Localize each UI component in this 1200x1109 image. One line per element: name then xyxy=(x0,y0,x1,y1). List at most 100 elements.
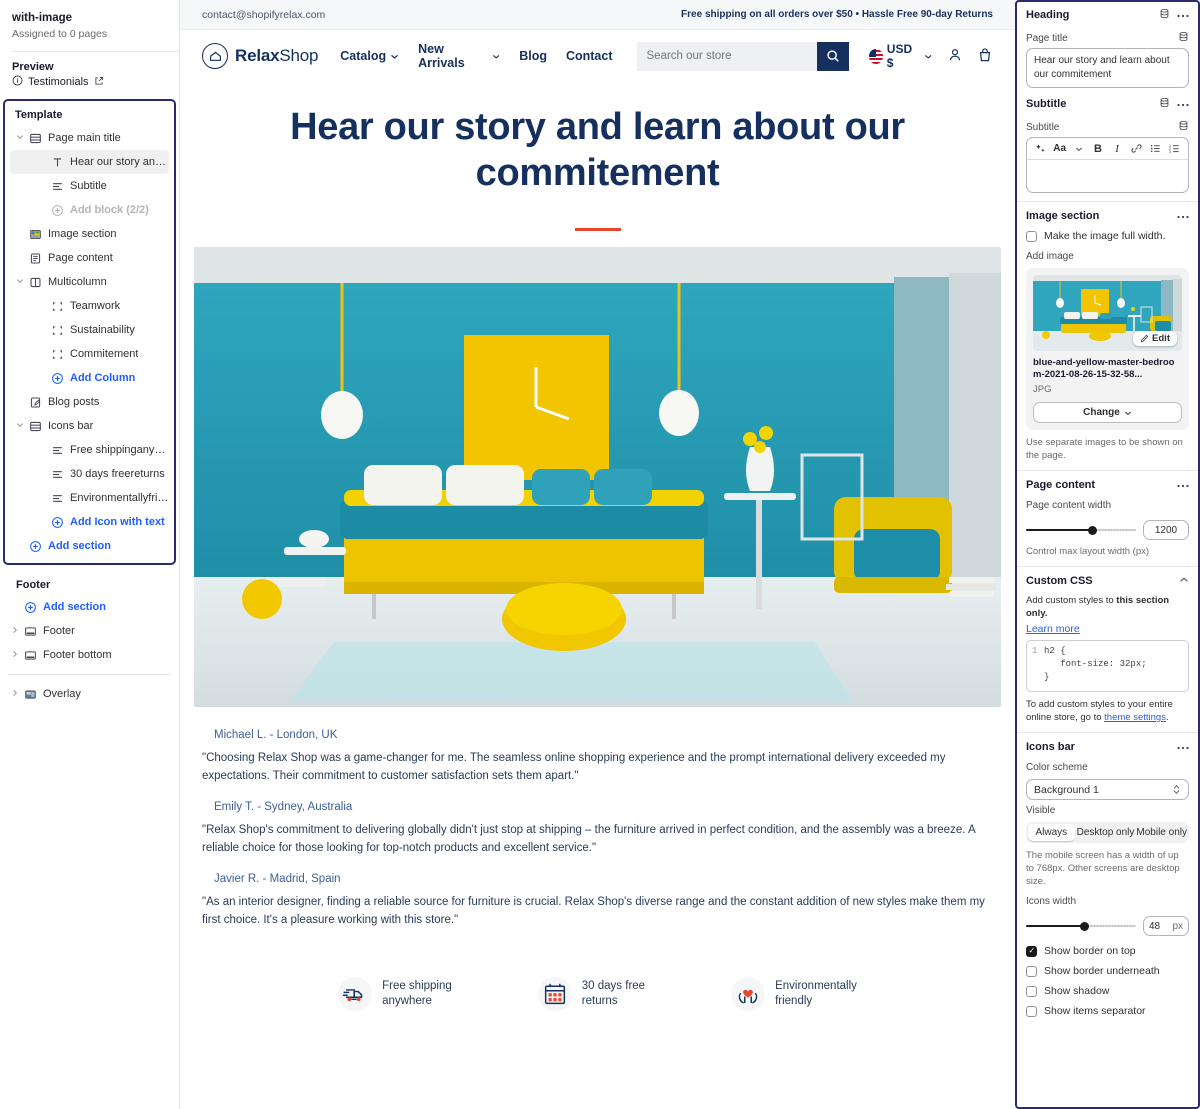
chevron-down-icon[interactable] xyxy=(1069,145,1088,153)
change-image-button[interactable]: Change xyxy=(1033,402,1182,423)
subtitle-rich-text-input[interactable] xyxy=(1026,159,1189,193)
icons-width-slider[interactable] xyxy=(1026,919,1136,933)
more-options-icon[interactable] xyxy=(1177,741,1189,753)
sidebar-item-blog-posts[interactable]: Blog posts xyxy=(10,390,169,414)
rich-text-toolbar: Aa B I 123 xyxy=(1026,137,1189,159)
visible-option-always[interactable]: Always xyxy=(1028,824,1075,841)
chevron-down-icon[interactable] xyxy=(14,421,25,431)
sidebar-item-footer[interactable]: Footer xyxy=(5,619,174,643)
preview-item-testimonials[interactable]: Testimonials xyxy=(0,75,179,99)
sidebar-item-overlay[interactable]: Overlay xyxy=(5,682,174,706)
sidebar-item-commitement[interactable]: Commitement xyxy=(10,342,169,366)
chevron-right-icon[interactable] xyxy=(9,689,20,699)
checkbox-show-shadow[interactable] xyxy=(1026,985,1037,997)
more-options-icon[interactable] xyxy=(1177,9,1189,21)
divider xyxy=(1017,201,1198,202)
nav-link-blog[interactable]: Blog xyxy=(519,49,547,63)
hero-image[interactable] xyxy=(194,247,1001,707)
learn-more-link[interactable]: Learn more xyxy=(1026,623,1080,635)
sidebar-item-icons-bar[interactable]: Icons bar xyxy=(10,414,169,438)
icon-bar-item[interactable]: Free shipping anywhere xyxy=(338,977,452,1011)
search-input[interactable] xyxy=(636,41,817,71)
contact-email[interactable]: contact@shopifyrelax.com xyxy=(202,9,325,21)
more-options-icon[interactable] xyxy=(1177,98,1189,110)
sidebar-item-add-section[interactable]: Add section xyxy=(10,534,169,558)
image-file-type: JPG xyxy=(1033,384,1052,395)
sidebar-item-multicolumn[interactable]: Multicolumn xyxy=(10,270,169,294)
checkbox-row[interactable]: Show items separator xyxy=(1026,1001,1189,1021)
checkbox-row[interactable]: Show border underneath xyxy=(1026,961,1189,981)
full-width-checkbox-row[interactable]: Make the image full width. xyxy=(1026,226,1189,246)
checkbox-row[interactable]: Show shadow xyxy=(1026,981,1189,1001)
dynamic-source-icon[interactable] xyxy=(1159,8,1170,22)
nav-link-contact[interactable]: Contact xyxy=(566,49,613,63)
ai-icon[interactable] xyxy=(1031,143,1050,154)
italic-icon[interactable]: I xyxy=(1108,143,1127,155)
bold-icon[interactable]: B xyxy=(1088,143,1107,155)
icon-bar-item[interactable]: Environmentally friendly xyxy=(731,977,857,1011)
bullet-list-icon[interactable] xyxy=(1146,143,1165,154)
divider xyxy=(1017,732,1198,733)
color-scheme-select[interactable]: Background 1 xyxy=(1026,779,1189,800)
chevron-right-icon[interactable] xyxy=(9,626,20,636)
icons-width-input[interactable]: 48 px xyxy=(1143,916,1189,936)
pencil-icon xyxy=(1140,334,1149,343)
sidebar-item-label: Page content xyxy=(48,252,113,264)
dynamic-source-icon[interactable] xyxy=(1178,120,1189,134)
chevron-up-icon[interactable] xyxy=(1179,575,1189,587)
testimonial-author: Michael L. - London, UK xyxy=(214,729,338,741)
page-content-width-input[interactable]: 1200 xyxy=(1143,520,1189,540)
visible-segmented-control: Always Desktop only Mobile only xyxy=(1026,822,1189,843)
font-size-icon[interactable]: Aa xyxy=(1050,143,1069,154)
store-logo[interactable]: RelaxShop xyxy=(202,43,318,69)
checkbox-show-items-separator[interactable] xyxy=(1026,1005,1037,1017)
sidebar-item-add-column[interactable]: Add Column xyxy=(10,366,169,390)
theme-settings-link[interactable]: theme settings xyxy=(1104,712,1166,723)
nav-link-new-arrivals[interactable]: New Arrivals xyxy=(418,42,500,70)
nav-link-catalog[interactable]: Catalog xyxy=(340,49,399,63)
custom-css-note-suffix: . xyxy=(1165,712,1169,723)
sidebar-item-sustainability[interactable]: Sustainability xyxy=(10,318,169,342)
page-content-width-slider[interactable] xyxy=(1026,523,1136,537)
currency-selector[interactable]: USD $ xyxy=(868,42,934,70)
sidebar-item-page-main-title[interactable]: Page main title xyxy=(10,126,169,150)
sidebar-item-page-content[interactable]: Page content xyxy=(10,246,169,270)
checkbox-show-border-underneath[interactable] xyxy=(1026,965,1037,977)
custom-css-desc-prefix: Add custom styles to xyxy=(1026,595,1117,606)
chevron-down-icon[interactable] xyxy=(14,133,25,143)
account-icon[interactable] xyxy=(947,47,963,66)
chevron-right-icon[interactable] xyxy=(9,650,20,660)
sidebar-item-add-section[interactable]: Add section xyxy=(5,595,174,619)
sidebar-item-hear-our-story-and-learn-ab[interactable]: Hear our story and learn ab... xyxy=(10,150,169,174)
page-title-input[interactable]: Hear our story and learn about our commi… xyxy=(1026,48,1189,88)
dynamic-source-icon[interactable] xyxy=(1178,31,1189,45)
full-width-checkbox[interactable] xyxy=(1026,230,1037,242)
chevron-down-icon[interactable] xyxy=(14,277,25,287)
cart-icon[interactable] xyxy=(977,47,993,66)
sidebar-item-add-block-2-2[interactable]: Add block (2/2) xyxy=(10,198,169,222)
numbered-list-icon[interactable]: 123 xyxy=(1165,143,1184,154)
icon-bar-item[interactable]: 30 days free returns xyxy=(537,977,645,1011)
custom-css-section-header[interactable]: Custom CSS xyxy=(1026,575,1189,591)
sidebar-item-image-section[interactable]: Image section xyxy=(10,222,169,246)
dynamic-source-icon[interactable] xyxy=(1159,97,1170,111)
sidebar-item-teamwork[interactable]: Teamwork xyxy=(10,294,169,318)
sidebar-item-environmentallyfriendly[interactable]: Environmentallyfriendly xyxy=(10,486,169,510)
image-thumbnail[interactable]: Edit xyxy=(1033,275,1182,351)
sidebar-item-add-icon-with-text[interactable]: Add Icon with text xyxy=(10,510,169,534)
more-options-icon[interactable] xyxy=(1177,210,1189,222)
more-options-icon[interactable] xyxy=(1177,479,1189,491)
sidebar-item-footer-bottom[interactable]: Footer bottom xyxy=(5,643,174,667)
edit-image-button[interactable]: Edit xyxy=(1133,331,1177,346)
link-icon[interactable] xyxy=(1127,143,1146,154)
visible-option-mobile-only[interactable]: Mobile only xyxy=(1136,824,1187,841)
sidebar-item-free-shippinganywhere[interactable]: Free shippinganywhere xyxy=(10,438,169,462)
sidebar-item-30-days-freereturns[interactable]: 30 days freereturns xyxy=(10,462,169,486)
search-button[interactable] xyxy=(816,41,849,71)
checkbox-show-border-on-top[interactable] xyxy=(1026,945,1037,957)
checkbox-row[interactable]: Show border on top xyxy=(1026,941,1189,961)
custom-css-note: To add custom styles to your entire onli… xyxy=(1026,698,1189,724)
custom-css-editor[interactable]: 1 h2 { font-size: 32px; } xyxy=(1026,640,1189,692)
sidebar-item-subtitle[interactable]: Subtitle xyxy=(10,174,169,198)
visible-option-desktop-only[interactable]: Desktop only xyxy=(1077,824,1135,841)
